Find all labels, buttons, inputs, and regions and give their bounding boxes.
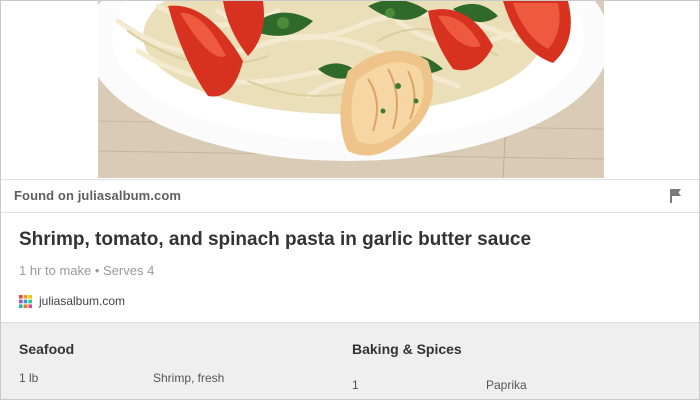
ingredient-group: Baking & Spices 1 Paprika	[352, 323, 682, 399]
ingredient-name: Shrimp, fresh	[153, 371, 225, 385]
found-on-text[interactable]: Found on juliasalbum.com	[14, 188, 181, 203]
ingredient-group-heading: Seafood	[19, 341, 75, 357]
color-grid-icon	[19, 294, 32, 308]
pin-details: Shrimp, tomato, and spinach pasta in gar…	[1, 213, 699, 321]
ingredient-group-heading: Baking & Spices	[352, 341, 462, 357]
pasta-photo	[98, 1, 604, 178]
pin-image[interactable]	[98, 1, 604, 178]
ingredient-name: Paprika	[486, 378, 527, 392]
ingredients-section: Seafood 1 lb Shrimp, fresh Baking & Spic…	[1, 322, 699, 399]
source-site-name: juliasalbum.com	[39, 294, 126, 308]
recipe-meta: 1 hr to make • Serves 4	[19, 263, 155, 278]
source-bar: Found on juliasalbum.com	[1, 179, 699, 213]
found-on-prefix: Found on	[14, 188, 74, 203]
pin-card: Found on juliasalbum.com Shrimp, tomato,…	[0, 0, 700, 400]
recipe-title[interactable]: Shrimp, tomato, and spinach pasta in gar…	[19, 229, 531, 251]
source-site-link[interactable]: juliasalbum.com	[19, 293, 125, 309]
ingredient-quantity: 1 lb	[19, 371, 39, 385]
pin-image-row	[1, 1, 699, 178]
found-on-domain: juliasalbum.com	[77, 188, 182, 203]
flag-icon[interactable]	[670, 189, 682, 203]
ingredient-group: Seafood 1 lb Shrimp, fresh	[19, 323, 349, 399]
ingredient-quantity: 1	[352, 378, 359, 392]
